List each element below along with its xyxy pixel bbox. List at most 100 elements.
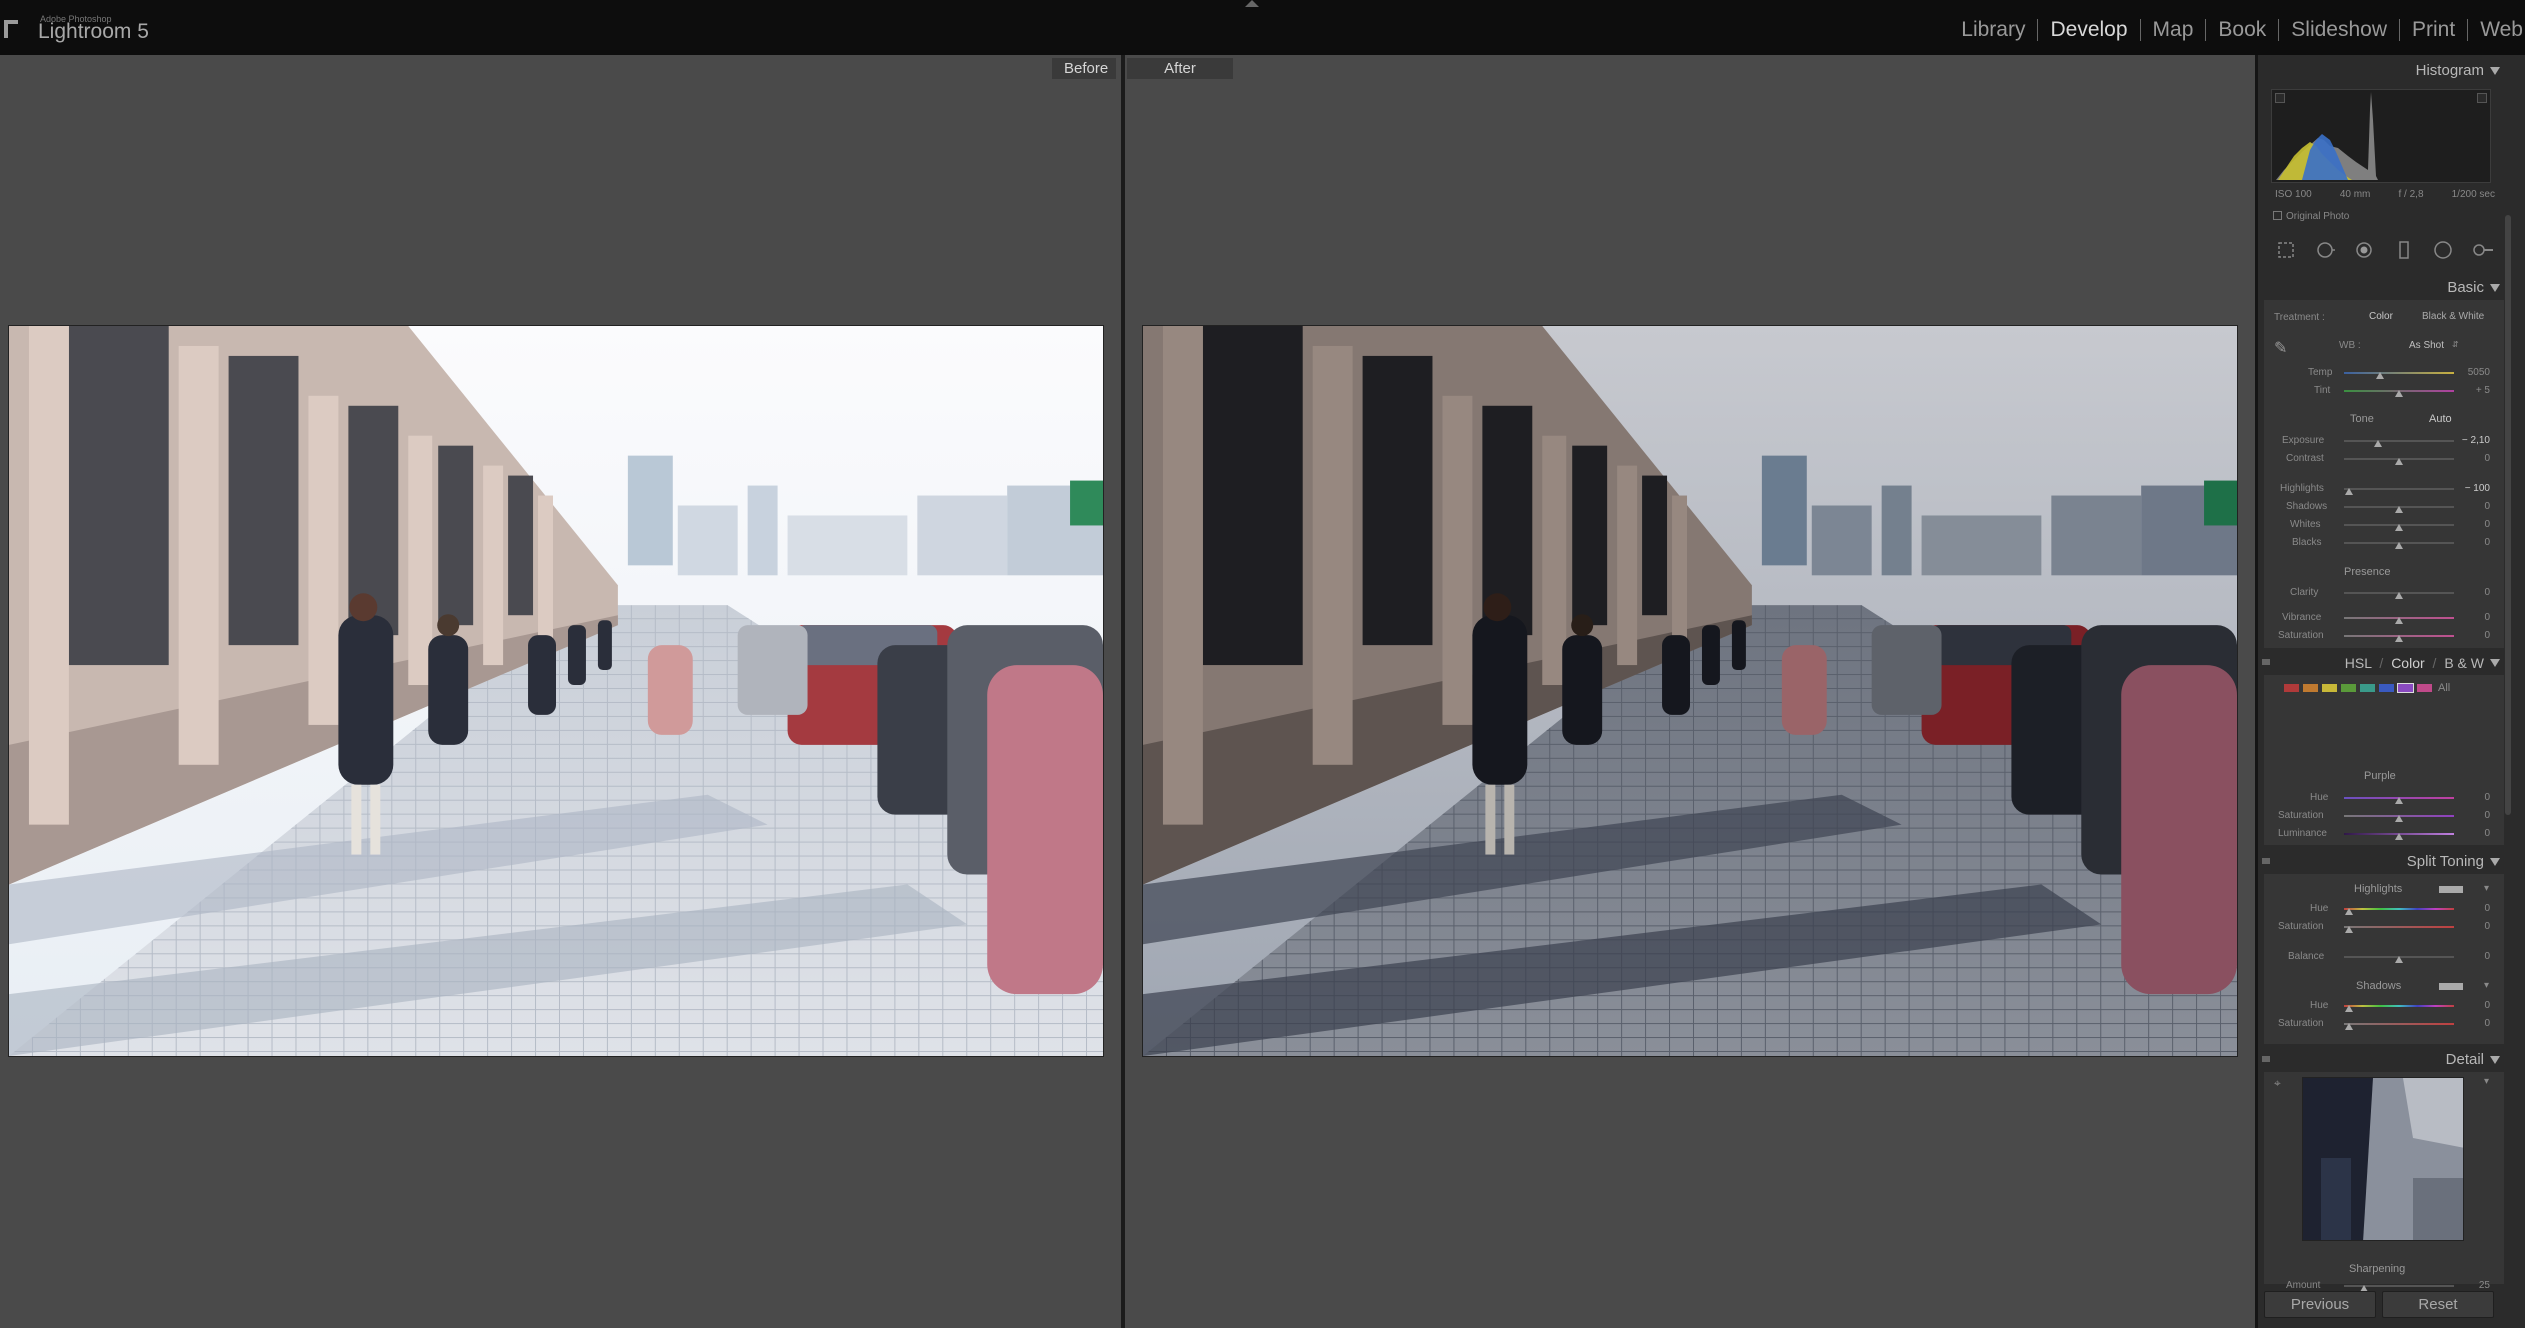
highlights-value[interactable]: − 100	[2450, 483, 2490, 494]
module-map[interactable]: Map	[2141, 18, 2206, 42]
shadow-clipping-icon[interactable]	[2275, 93, 2285, 103]
split-h-saturation-value[interactable]: 0	[2450, 921, 2490, 932]
temp-value[interactable]: 5050	[2450, 367, 2490, 378]
hsl-luminance-slider-knob[interactable]	[2395, 833, 2403, 840]
contrast-value[interactable]: 0	[2450, 453, 2490, 464]
highlights-slider-track[interactable]	[2344, 488, 2454, 490]
balance-value[interactable]: 0	[2450, 951, 2490, 962]
shadows-eyedropper-icon[interactable]: ▾	[2484, 980, 2489, 991]
module-book[interactable]: Book	[2206, 18, 2278, 42]
detail-preview-toggle-icon[interactable]: ▾	[2484, 1076, 2489, 1087]
color-tab[interactable]: Color	[2391, 655, 2424, 671]
shadows-slider-knob[interactable]	[2395, 506, 2403, 513]
shadows-value[interactable]: 0	[2450, 501, 2490, 512]
module-print[interactable]: Print	[2400, 18, 2467, 42]
module-develop[interactable]: Develop	[2038, 18, 2139, 42]
collapse-triangle-icon[interactable]	[2490, 858, 2500, 866]
hsl-luminance-value[interactable]: 0	[2450, 828, 2490, 839]
swatch-red[interactable]	[2284, 684, 2299, 692]
amount-value[interactable]: 25	[2450, 1280, 2490, 1291]
radial-filter-icon[interactable]	[2432, 239, 2454, 261]
hsl-header[interactable]: HSL / Color / B & W	[2262, 652, 2502, 674]
swatch-green[interactable]	[2341, 684, 2356, 692]
tint-value[interactable]: + 5	[2450, 385, 2490, 396]
histogram-graph[interactable]	[2271, 89, 2491, 183]
hsl-saturation-slider-knob[interactable]	[2395, 815, 2403, 822]
hsl-hue-slider-knob[interactable]	[2395, 797, 2403, 804]
wb-eyedropper-icon[interactable]: ✎	[2274, 338, 2287, 358]
detail-header[interactable]: Detail	[2262, 1049, 2502, 1071]
module-web[interactable]: Web	[2468, 18, 2525, 42]
highlights-eyedropper-icon[interactable]: ▾	[2484, 883, 2489, 894]
exposure-slider-track[interactable]	[2344, 440, 2454, 442]
red-eye-icon[interactable]	[2353, 239, 2375, 261]
all-colors-option[interactable]: All	[2438, 682, 2450, 694]
shadows-color-swatch[interactable]	[2439, 983, 2463, 990]
hsl-saturation-value[interactable]: 0	[2450, 810, 2490, 821]
module-slideshow[interactable]: Slideshow	[2279, 18, 2399, 42]
vibrance-slider-knob[interactable]	[2395, 617, 2403, 624]
swatch-purple[interactable]	[2397, 683, 2414, 693]
basic-header[interactable]: Basic	[2262, 277, 2502, 299]
treatment-color-option[interactable]: Color	[2369, 311, 2393, 322]
blacks-slider-knob[interactable]	[2395, 542, 2403, 549]
adjustment-brush-icon[interactable]	[2471, 239, 2494, 261]
hsl-hue-value[interactable]: 0	[2450, 792, 2490, 803]
clarity-value[interactable]: 0	[2450, 587, 2490, 598]
blacks-value[interactable]: 0	[2450, 537, 2490, 548]
collapse-triangle-icon[interactable]	[2490, 659, 2500, 667]
collapse-triangle-icon[interactable]	[2490, 67, 2500, 75]
saturation-value[interactable]: 0	[2450, 630, 2490, 641]
saturation-slider-knob[interactable]	[2395, 635, 2403, 642]
highlight-clipping-icon[interactable]	[2477, 93, 2487, 103]
balance-slider-knob[interactable]	[2395, 956, 2403, 963]
swatch-blue[interactable]	[2379, 684, 2394, 692]
split-s-saturation-slider-track[interactable]	[2344, 1023, 2454, 1025]
highlights-color-swatch[interactable]	[2439, 886, 2463, 893]
split-s-saturation-value[interactable]: 0	[2450, 1018, 2490, 1029]
split-h-hue-slider-track[interactable]	[2344, 908, 2454, 910]
hsl-tab[interactable]: HSL	[2345, 655, 2372, 671]
exposure-value[interactable]: − 2,10	[2450, 435, 2490, 446]
right-panel-scrollbar[interactable]	[2505, 215, 2511, 815]
swatch-yellow[interactable]	[2322, 684, 2337, 692]
collapse-triangle-icon[interactable]	[2490, 284, 2500, 292]
vibrance-value[interactable]: 0	[2450, 612, 2490, 623]
spot-removal-icon[interactable]	[2314, 239, 2336, 261]
detail-target-icon[interactable]: ⌖	[2274, 1076, 2281, 1091]
highlights-slider-knob[interactable]	[2345, 488, 2353, 495]
exposure-slider-knob[interactable]	[2374, 440, 2382, 447]
previous-button[interactable]: Previous	[2264, 1291, 2376, 1318]
before-photo[interactable]	[8, 325, 1104, 1057]
temp-slider-knob[interactable]	[2376, 372, 2384, 379]
swatch-aqua[interactable]	[2360, 684, 2375, 692]
histogram-header[interactable]: Histogram	[2262, 60, 2502, 82]
graduated-filter-icon[interactable]	[2393, 239, 2415, 261]
whites-value[interactable]: 0	[2450, 519, 2490, 530]
top-panel-toggle-icon[interactable]	[1245, 0, 1259, 7]
split-s-hue-slider-track[interactable]	[2344, 1005, 2454, 1007]
split-toning-header[interactable]: Split Toning	[2262, 851, 2502, 873]
original-photo-checkbox[interactable]	[2273, 211, 2282, 220]
bw-tab[interactable]: B & W	[2444, 655, 2484, 671]
tint-slider-knob[interactable]	[2395, 390, 2403, 397]
split-s-saturation-slider-knob[interactable]	[2345, 1023, 2353, 1030]
module-library[interactable]: Library	[1949, 18, 2037, 42]
split-s-hue-slider-knob[interactable]	[2345, 1005, 2353, 1012]
collapse-triangle-icon[interactable]	[2490, 1056, 2500, 1064]
reset-button[interactable]: Reset	[2382, 1291, 2494, 1318]
wb-select[interactable]: As Shot	[2409, 340, 2444, 351]
clarity-slider-knob[interactable]	[2395, 592, 2403, 599]
after-photo[interactable]	[1142, 325, 2238, 1057]
split-h-saturation-slider-track[interactable]	[2344, 926, 2454, 928]
split-h-hue-value[interactable]: 0	[2450, 903, 2490, 914]
split-h-hue-slider-knob[interactable]	[2345, 908, 2353, 915]
detail-preview[interactable]	[2302, 1077, 2464, 1241]
treatment-bw-option[interactable]: Black & White	[2422, 311, 2484, 322]
split-h-saturation-slider-knob[interactable]	[2345, 926, 2353, 933]
crop-tool-icon[interactable]	[2275, 239, 2297, 261]
original-photo-toggle[interactable]: Original Photo	[2273, 211, 2349, 222]
swatch-magenta[interactable]	[2417, 684, 2432, 692]
wb-dropdown-icon[interactable]: ⇵	[2452, 340, 2459, 349]
temp-slider-track[interactable]	[2344, 372, 2454, 374]
